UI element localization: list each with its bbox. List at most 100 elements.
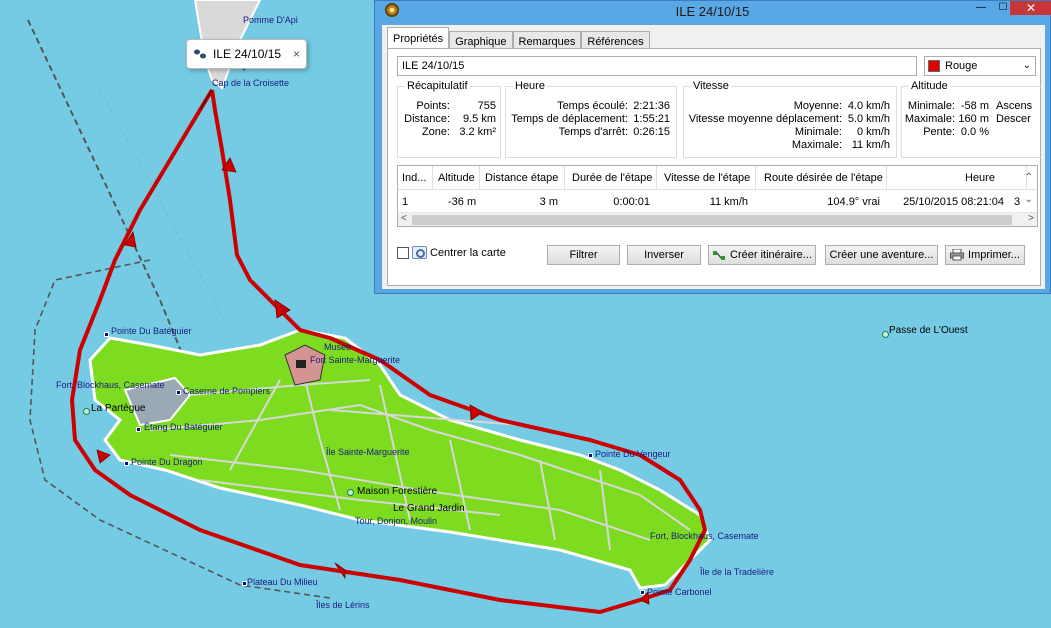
altitude-value: -58 m bbox=[960, 100, 989, 112]
map-label[interactable]: Étang Du Batéguier bbox=[144, 422, 223, 432]
tab-graphique[interactable]: Graphique bbox=[449, 31, 513, 49]
title-bar[interactable]: ILE 24/10/15 — ☐ ✕ bbox=[375, 1, 1051, 21]
altitude-value: 0.0 % bbox=[960, 126, 989, 138]
map-label[interactable]: Fort, Blockhaus, Casemate bbox=[56, 380, 165, 390]
tab-remarques[interactable]: Remarques bbox=[512, 31, 582, 49]
scroll-left-icon[interactable]: < bbox=[401, 213, 407, 224]
map-label[interactable]: Caserne de Pompiers bbox=[183, 386, 270, 396]
minimize-button[interactable]: — bbox=[970, 1, 992, 13]
column-header[interactable]: Heure bbox=[965, 172, 995, 184]
map-label[interactable]: Fort Sainte-Marguerite bbox=[310, 355, 400, 365]
table-cell: 1 bbox=[402, 196, 409, 208]
poi-marker[interactable] bbox=[640, 590, 645, 595]
window-title: ILE 24/10/15 bbox=[675, 4, 750, 19]
altitude-extra: Ascens bbox=[996, 100, 1033, 112]
properties-panel: Rouge ⌄ Récapitulatif Points: 755 Distanc… bbox=[387, 48, 1041, 286]
time-group: Heure Temps écoulé: 2:21:36 Temps de dépl… bbox=[505, 80, 677, 158]
map-label[interactable]: Pomme D'Api bbox=[243, 15, 298, 25]
track-points-table[interactable]: Ind... Altitude Distance étape Durée de … bbox=[397, 165, 1038, 227]
center-map-checkbox[interactable]: Centrer la carte bbox=[397, 246, 506, 259]
filter-button[interactable]: Filtrer bbox=[547, 245, 620, 265]
map-label[interactable]: Pointe Du Vengeur bbox=[595, 449, 671, 459]
column-header[interactable]: Durée de l'étape bbox=[572, 172, 652, 184]
time-title: Heure bbox=[513, 80, 547, 92]
column-header[interactable]: Distance étape bbox=[485, 172, 558, 184]
house-icon[interactable] bbox=[347, 489, 354, 496]
map-label[interactable]: Cap de la Croisette bbox=[212, 78, 289, 88]
map-label[interactable]: Pointe Carbonel bbox=[647, 587, 712, 597]
scroll-up-icon[interactable]: ⌃ bbox=[1025, 172, 1033, 183]
time-value: 2:21:36 bbox=[633, 100, 670, 112]
close-icon[interactable]: × bbox=[293, 47, 300, 61]
map-label[interactable]: Îles de Lérins bbox=[316, 600, 370, 610]
column-header[interactable]: Altitude bbox=[438, 172, 475, 184]
scroll-down-icon[interactable]: ⌄ bbox=[1025, 194, 1033, 205]
poi-marker[interactable] bbox=[104, 332, 109, 337]
altitude-title: Altitude bbox=[909, 80, 950, 92]
tab-bar: Propriétés Graphique Remarques Référence… bbox=[387, 27, 650, 49]
waypoint-icon[interactable] bbox=[882, 331, 889, 338]
map-label[interactable]: Fort, Blockhaus, Casemate bbox=[650, 531, 759, 541]
speed-label: Maximale: bbox=[791, 139, 842, 151]
recap-value: 9.5 km bbox=[462, 113, 496, 125]
map-label[interactable]: Pointe Du Batéguier bbox=[111, 326, 192, 336]
close-button[interactable]: ✕ bbox=[1010, 1, 1051, 15]
time-label: Temps écoulé: bbox=[557, 100, 628, 112]
speed-group: Vitesse Moyenne: 4.0 km/h Vitesse moyenne… bbox=[683, 80, 897, 158]
altitude-group: Altitude Minimale: -58 m Ascens Maximale: 1… bbox=[901, 80, 1041, 158]
horizontal-scrollbar[interactable]: < > bbox=[398, 212, 1037, 226]
poi-marker[interactable] bbox=[242, 581, 247, 586]
time-value: 1:55:21 bbox=[633, 113, 670, 125]
column-header[interactable]: Vitesse de l'étape bbox=[664, 172, 750, 184]
poi-marker[interactable] bbox=[176, 390, 181, 395]
create-adventure-button[interactable]: Créer une aventure... bbox=[825, 245, 938, 265]
poi-marker[interactable] bbox=[136, 427, 141, 432]
track-name-input[interactable] bbox=[397, 56, 917, 76]
invert-button[interactable]: Inverser bbox=[627, 245, 701, 265]
map-label[interactable]: Le Grand Jardin bbox=[393, 503, 465, 514]
tab-references[interactable]: Références bbox=[581, 31, 650, 49]
poi-marker[interactable] bbox=[124, 461, 129, 466]
route-icon bbox=[713, 251, 726, 260]
color-select[interactable]: Rouge ⌄ bbox=[924, 56, 1036, 76]
track-tooltip-name: ILE 24/10/15 bbox=[213, 47, 282, 61]
track-outline bbox=[199, 89, 213, 111]
map-label[interactable]: Île Sainte-Marguerite bbox=[326, 447, 410, 457]
altitude-extra: Descer bbox=[996, 113, 1031, 125]
map-center-icon bbox=[412, 246, 427, 259]
speed-label: Vitesse moyenne déplacement: bbox=[688, 113, 842, 125]
map-label[interactable]: Musée bbox=[324, 342, 351, 352]
altitude-label: Pente: bbox=[923, 126, 955, 138]
recap-label: Zone: bbox=[421, 126, 450, 138]
center-map-label: Centrer la carte bbox=[430, 246, 506, 259]
track-tooltip[interactable]: ILE 24/10/15 × bbox=[186, 39, 307, 69]
poi-marker[interactable] bbox=[588, 453, 593, 458]
checkbox[interactable] bbox=[397, 246, 409, 259]
map-label[interactable]: Maison Forestière bbox=[357, 486, 437, 497]
fort-building bbox=[296, 360, 306, 368]
waypoint-icon[interactable] bbox=[83, 408, 90, 415]
altitude-value: 160 m bbox=[958, 113, 989, 125]
altitude-label: Minimale: bbox=[907, 100, 955, 112]
map-label[interactable]: Tour, Donjon, Moulin bbox=[355, 516, 437, 526]
speed-value: 5.0 km/h bbox=[847, 113, 890, 125]
column-header[interactable]: Ind... bbox=[402, 172, 426, 184]
track-properties-window: ILE 24/10/15 — ☐ ✕ Propriétés Graphique … bbox=[374, 0, 1051, 294]
speed-label: Moyenne: bbox=[793, 100, 842, 112]
tab-proprietes[interactable]: Propriétés bbox=[387, 27, 450, 49]
map-label[interactable]: Passe de L'Ouest bbox=[889, 325, 968, 336]
scroll-right-icon[interactable]: > bbox=[1028, 213, 1034, 224]
map-label[interactable]: La Partègue bbox=[91, 403, 146, 414]
scrollbar-thumb[interactable] bbox=[412, 215, 1012, 225]
altitude-label: Maximale: bbox=[904, 113, 955, 125]
map-label[interactable]: Plateau Du Milieu bbox=[247, 577, 318, 587]
printer-icon bbox=[950, 249, 965, 261]
table-cell: 3 m bbox=[539, 196, 558, 208]
map-label[interactable]: Pointe Du Dragon bbox=[131, 457, 203, 467]
print-button[interactable]: Imprimer... bbox=[945, 245, 1025, 265]
table-cell: 0:00:01 bbox=[613, 196, 650, 208]
recap-value: 3.2 km² bbox=[459, 126, 496, 138]
create-route-button[interactable]: Créer itinéraire... bbox=[708, 245, 816, 265]
map-label[interactable]: Île de la Tradelière bbox=[700, 567, 774, 577]
column-header[interactable]: Route désirée de l'étape bbox=[764, 172, 883, 184]
